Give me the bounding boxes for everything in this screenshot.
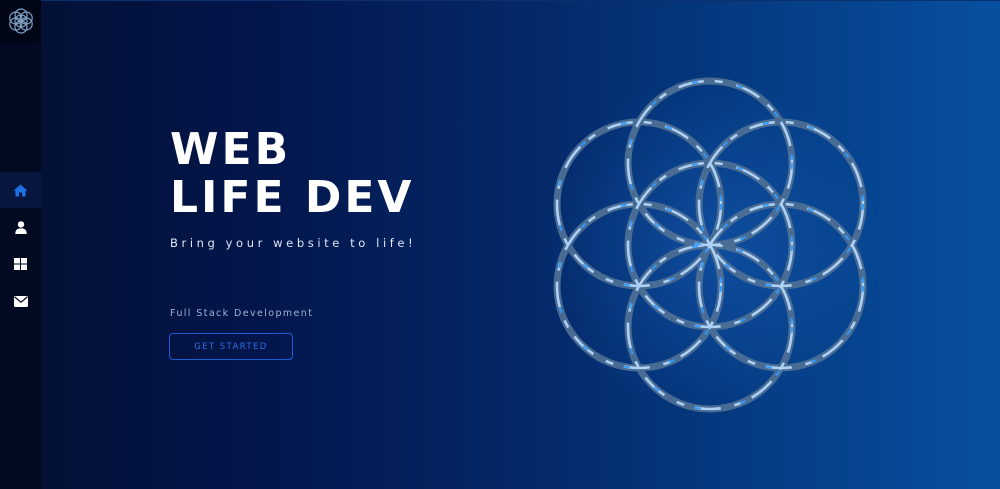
landing-page: WEB LIFE DEV Bring your website to life!… bbox=[0, 0, 1000, 489]
user-icon bbox=[14, 220, 27, 234]
hero-tagline: Full Stack Development bbox=[170, 308, 314, 319]
sidebar-item-contact[interactable] bbox=[0, 283, 41, 319]
sidebar bbox=[0, 0, 41, 489]
sidebar-item-home[interactable] bbox=[0, 172, 41, 208]
hero-title-line-1: WEB bbox=[170, 124, 292, 175]
flower-of-life-logo-icon bbox=[8, 8, 33, 34]
home-icon bbox=[13, 184, 28, 196]
hero-title-line-2: LIFE DEV bbox=[170, 172, 415, 223]
hero-subtitle: Bring your website to life! bbox=[170, 236, 417, 250]
hero-title: WEB LIFE DEV bbox=[170, 126, 414, 222]
sidebar-item-portfolio[interactable] bbox=[0, 246, 41, 282]
flower-of-life-icon bbox=[540, 75, 880, 415]
envelope-icon bbox=[13, 295, 28, 307]
get-started-button[interactable]: GET STARTED bbox=[169, 333, 293, 360]
logo[interactable] bbox=[0, 0, 41, 42]
grid-icon bbox=[14, 258, 27, 270]
top-border bbox=[0, 0, 1000, 1]
sidebar-item-about[interactable] bbox=[0, 209, 41, 245]
